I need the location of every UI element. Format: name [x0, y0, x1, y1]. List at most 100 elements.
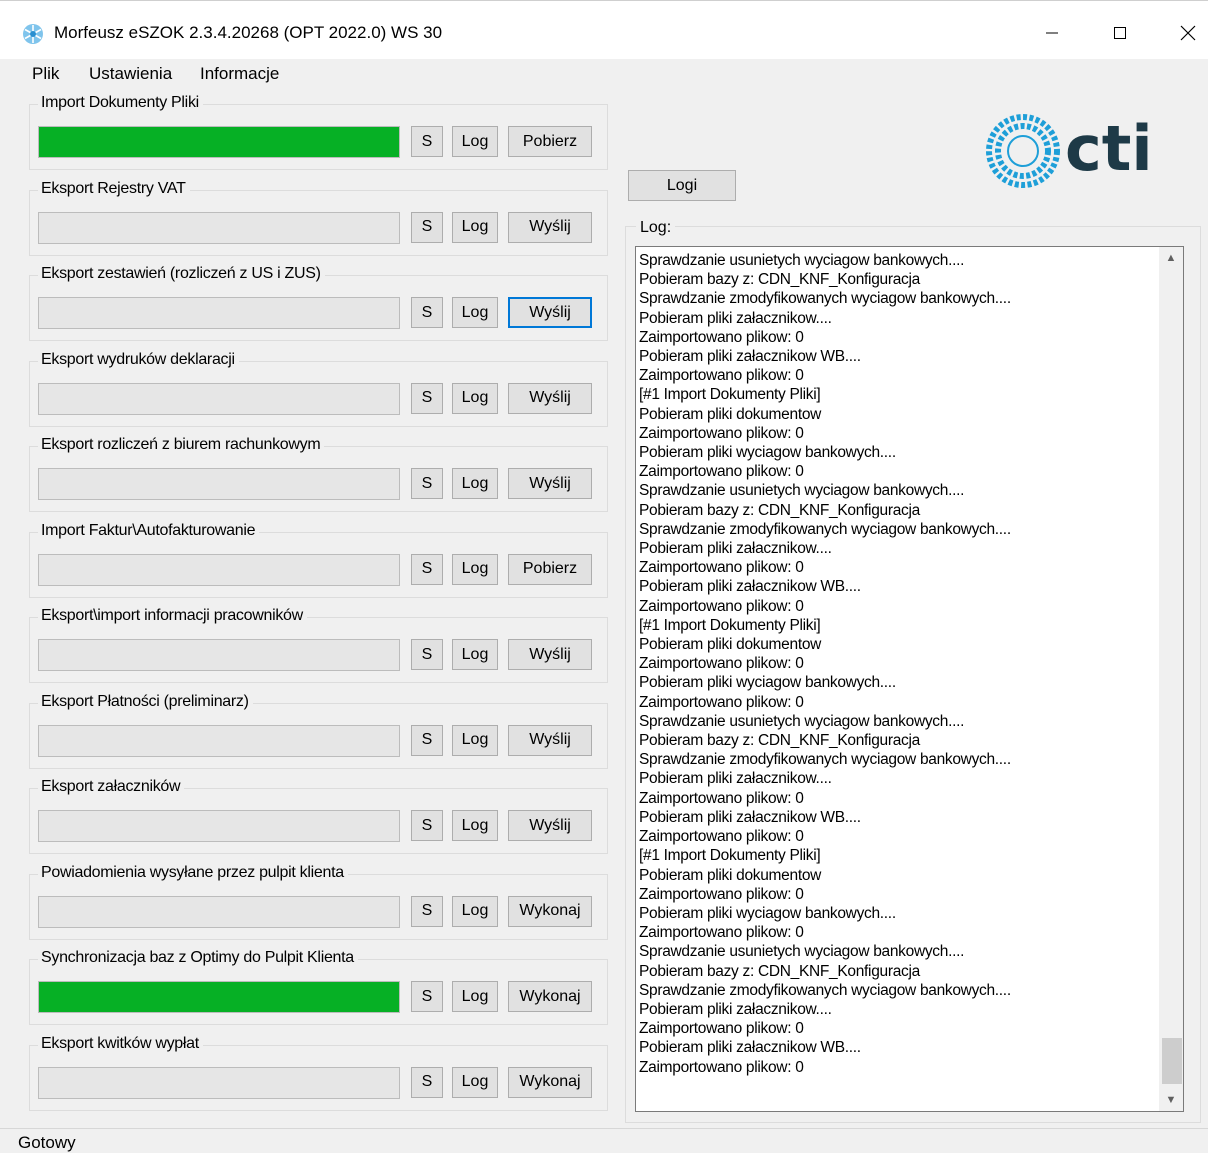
settings-s-button[interactable]: S	[411, 126, 443, 157]
settings-s-button[interactable]: S	[411, 297, 443, 328]
progress-bar	[38, 810, 400, 842]
log-button[interactable]: Log	[452, 553, 498, 585]
progress-bar	[38, 639, 400, 671]
settings-s-button[interactable]: S	[411, 981, 443, 1012]
log-button[interactable]: Log	[452, 297, 498, 328]
action-button[interactable]: Wyślij	[508, 639, 592, 670]
group-title: Eksport rozliczeń z biurem rachunkowym	[38, 436, 325, 454]
log-button[interactable]: Log	[452, 810, 498, 841]
group-title: Synchronizacja baz z Optimy do Pulpit Kl…	[38, 949, 358, 967]
log-panel: Log: Sprawdzanie usunietych wyciagow ban…	[625, 219, 1201, 1123]
cti-logo: cti	[986, 112, 1153, 188]
log-button[interactable]: Log	[452, 639, 498, 670]
log-line: Sprawdzanie zmodyfikowanych wyciagow ban…	[639, 751, 1011, 769]
group-title: Eksport Płatności (preliminarz)	[38, 692, 253, 711]
log-line: [#1 Import Dokumenty Pliki]	[639, 616, 821, 634]
logi-button[interactable]: Logi	[628, 170, 736, 201]
status-bar: Gotowy	[0, 1128, 1208, 1152]
log-line: Pobieram pliki dokumentow	[639, 636, 822, 654]
settings-s-button[interactable]: S	[411, 468, 443, 499]
task-group: Eksport rozliczeń z biurem rachunkowym S…	[29, 436, 608, 512]
log-button[interactable]: Log	[452, 126, 498, 157]
scroll-thumb[interactable]	[1162, 1038, 1182, 1084]
log-line: Pobieram pliki załacznikow WB....	[639, 348, 861, 366]
task-group: Eksport Rejestry VAT S Log Wyślij	[29, 179, 608, 256]
log-line: Zaimportowano plikow: 0	[639, 789, 804, 807]
action-button[interactable]: Wyślij	[508, 382, 592, 414]
scroll-up-icon[interactable]: ▲	[1159, 247, 1183, 269]
progress-bar	[38, 553, 400, 586]
task-group: Eksport zestawień (rozliczeń z US i ZUS)…	[29, 265, 608, 341]
log-line: Sprawdzanie usunietych wyciagow bankowyc…	[639, 943, 965, 961]
progress-bar	[38, 297, 400, 329]
progress-bar	[38, 126, 400, 158]
log-button[interactable]: Log	[452, 981, 498, 1012]
settings-s-button[interactable]: S	[411, 211, 443, 243]
action-button[interactable]: Wyślij	[508, 810, 592, 841]
menu-bar: Plik Ustawienia Informacje	[0, 58, 1208, 88]
action-button[interactable]: Wyślij	[508, 211, 592, 243]
window-title: Morfeusz eSZOK 2.3.4.20268 (OPT 2022.0) …	[54, 23, 443, 42]
log-line: Zaimportowano plikow: 0	[639, 559, 804, 577]
task-group: Eksport\import informacji pracowników S …	[29, 607, 608, 683]
menu-plik[interactable]: Plik	[32, 64, 59, 84]
log-scrollbar[interactable]: ▲ ▼	[1159, 247, 1183, 1111]
progress-bar	[38, 468, 400, 500]
group-title: Eksport załaczników	[38, 778, 185, 796]
close-button[interactable]	[1158, 15, 1208, 51]
settings-s-button[interactable]: S	[411, 895, 443, 927]
log-button[interactable]: Log	[452, 211, 498, 243]
log-line: Pobieram pliki załacznikow WB....	[639, 1039, 861, 1057]
group-title: Eksport kwitków wypłat	[38, 1034, 203, 1053]
task-group: Import Faktur\Autofakturowanie S Log Pob…	[29, 521, 608, 598]
settings-s-button[interactable]: S	[411, 810, 443, 841]
log-textbox[interactable]: Sprawdzanie usunietych wyciagow bankowyc…	[635, 246, 1184, 1112]
minimize-button[interactable]	[1022, 15, 1082, 51]
menu-ustawienia[interactable]: Ustawienia	[89, 64, 172, 84]
log-title: Log:	[636, 219, 676, 237]
log-line: Zaimportowano plikow: 0	[639, 924, 804, 942]
group-title: Import Faktur\Autofakturowanie	[38, 521, 260, 540]
progress-bar	[38, 1066, 400, 1099]
status-text: Gotowy	[18, 1133, 76, 1152]
log-line: Pobieram pliki załacznikow....	[639, 540, 832, 558]
settings-s-button[interactable]: S	[411, 724, 443, 756]
log-line: Zaimportowano plikow: 0	[639, 463, 804, 481]
settings-s-button[interactable]: S	[411, 1066, 443, 1098]
log-line: Sprawdzanie zmodyfikowanych wyciagow ban…	[639, 290, 1011, 308]
log-button[interactable]: Log	[452, 468, 498, 499]
task-group: Eksport wydruków deklaracji S Log Wyślij	[29, 350, 608, 427]
scroll-down-icon[interactable]: ▼	[1159, 1089, 1183, 1111]
logo-text: cti	[1065, 112, 1153, 185]
log-button[interactable]: Log	[452, 724, 498, 756]
menu-informacje[interactable]: Informacje	[200, 64, 279, 84]
log-line: Sprawdzanie usunietych wyciagow bankowyc…	[639, 482, 965, 500]
log-button[interactable]: Log	[452, 895, 498, 927]
action-button[interactable]: Wykonaj	[508, 895, 592, 927]
log-line: Sprawdzanie usunietych wyciagow bankowyc…	[639, 712, 965, 730]
log-line: [#1 Import Dokumenty Pliki]	[639, 847, 821, 865]
action-button[interactable]: Wyślij	[508, 724, 592, 756]
action-button[interactable]: Wykonaj	[508, 981, 592, 1012]
action-button[interactable]: Wyślij	[508, 297, 592, 328]
maximize-button[interactable]	[1090, 15, 1150, 51]
action-button[interactable]: Pobierz	[508, 553, 592, 585]
settings-s-button[interactable]: S	[411, 639, 443, 670]
log-line: Pobieram pliki wyciagow bankowych....	[639, 674, 896, 692]
settings-s-button[interactable]: S	[411, 382, 443, 414]
progress-bar	[38, 895, 400, 928]
log-button[interactable]: Log	[452, 1066, 498, 1098]
group-title: Eksport wydruków deklaracji	[38, 350, 239, 369]
settings-s-button[interactable]: S	[411, 553, 443, 585]
log-line: Zaimportowano plikow: 0	[639, 424, 804, 442]
log-button[interactable]: Log	[452, 382, 498, 414]
log-line: Sprawdzanie usunietych wyciagow bankowyc…	[639, 252, 965, 269]
group-title: Eksport\import informacji pracowników	[38, 607, 307, 625]
action-button[interactable]: Pobierz	[508, 126, 592, 157]
log-line: Zaimportowano plikow: 0	[639, 328, 804, 346]
action-button[interactable]: Wyślij	[508, 468, 592, 499]
group-title: Eksport Rejestry VAT	[38, 179, 190, 198]
group-title: Eksport zestawień (rozliczeń z US i ZUS)	[38, 265, 325, 283]
log-line: Sprawdzanie zmodyfikowanych wyciagow ban…	[639, 520, 1011, 538]
action-button[interactable]: Wykonaj	[508, 1066, 592, 1098]
